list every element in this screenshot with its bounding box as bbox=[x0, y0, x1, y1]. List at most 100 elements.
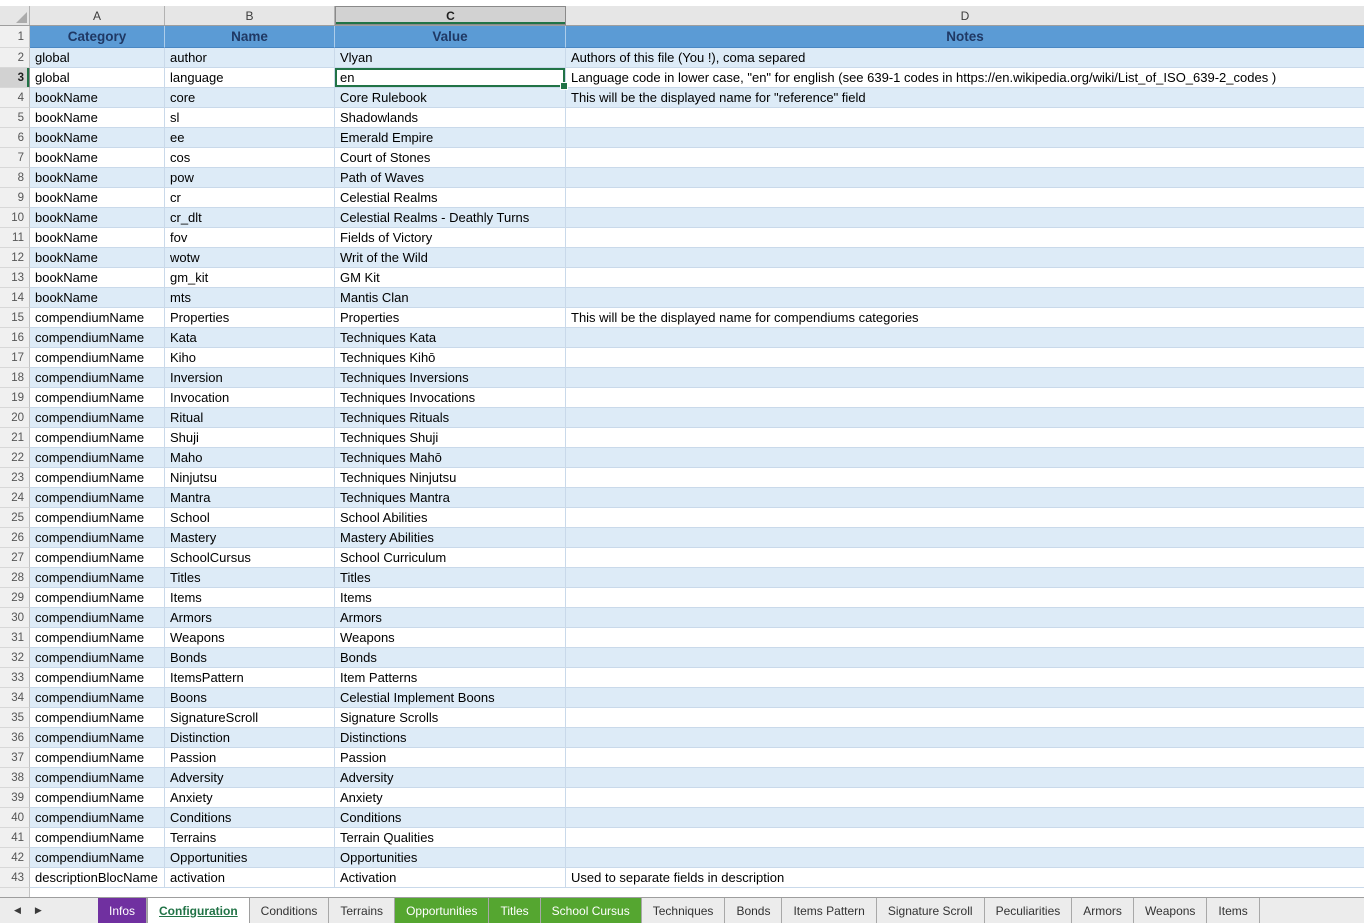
cell-D26[interactable] bbox=[566, 528, 1364, 548]
row-header-7[interactable]: 7 bbox=[0, 148, 30, 168]
sheet-tab-terrains[interactable]: Terrains bbox=[329, 898, 395, 923]
cell-B21[interactable]: Shuji bbox=[165, 428, 335, 448]
sheet-tab-infos[interactable]: Infos bbox=[98, 898, 147, 923]
cell-D7[interactable] bbox=[566, 148, 1364, 168]
row-header-42[interactable]: 42 bbox=[0, 848, 30, 868]
cell-B37[interactable]: Passion bbox=[165, 748, 335, 768]
cell-C38[interactable]: Adversity bbox=[335, 768, 566, 788]
cell-A23[interactable]: compendiumName bbox=[30, 468, 165, 488]
cell-B34[interactable]: Boons bbox=[165, 688, 335, 708]
cell-B13[interactable]: gm_kit bbox=[165, 268, 335, 288]
row-header-9[interactable]: 9 bbox=[0, 188, 30, 208]
cell-D41[interactable] bbox=[566, 828, 1364, 848]
cell-A24[interactable]: compendiumName bbox=[30, 488, 165, 508]
cell-B36[interactable]: Distinction bbox=[165, 728, 335, 748]
row-header-26[interactable]: 26 bbox=[0, 528, 30, 548]
cell-A40[interactable]: compendiumName bbox=[30, 808, 165, 828]
cell-A5[interactable]: bookName bbox=[30, 108, 165, 128]
cell-A30[interactable]: compendiumName bbox=[30, 608, 165, 628]
cell-B22[interactable]: Maho bbox=[165, 448, 335, 468]
sheet-tab-titles[interactable]: Titles bbox=[489, 898, 540, 923]
row-header-25[interactable]: 25 bbox=[0, 508, 30, 528]
tab-scroll-right-button[interactable]: ▶ bbox=[35, 905, 42, 916]
cell-D24[interactable] bbox=[566, 488, 1364, 508]
cell-C36[interactable]: Distinctions bbox=[335, 728, 566, 748]
cell-B19[interactable]: Invocation bbox=[165, 388, 335, 408]
cell-D18[interactable] bbox=[566, 368, 1364, 388]
cell-A8[interactable]: bookName bbox=[30, 168, 165, 188]
cell-A11[interactable]: bookName bbox=[30, 228, 165, 248]
cell-D31[interactable] bbox=[566, 628, 1364, 648]
tab-scroll-left-button[interactable]: ◀ bbox=[14, 905, 21, 916]
column-header-b[interactable]: B bbox=[165, 6, 335, 25]
cell-D35[interactable] bbox=[566, 708, 1364, 728]
cell-B18[interactable]: Inversion bbox=[165, 368, 335, 388]
row-header-16[interactable]: 16 bbox=[0, 328, 30, 348]
cell-D28[interactable] bbox=[566, 568, 1364, 588]
cell-A42[interactable]: compendiumName bbox=[30, 848, 165, 868]
cell-C40[interactable]: Conditions bbox=[335, 808, 566, 828]
row-header-22[interactable]: 22 bbox=[0, 448, 30, 468]
cell-A26[interactable]: compendiumName bbox=[30, 528, 165, 548]
row-header-8[interactable]: 8 bbox=[0, 168, 30, 188]
row-header-41[interactable]: 41 bbox=[0, 828, 30, 848]
cell-A28[interactable]: compendiumName bbox=[30, 568, 165, 588]
sheet-tab-peculiarities[interactable]: Peculiarities bbox=[985, 898, 1073, 923]
cell-A37[interactable]: compendiumName bbox=[30, 748, 165, 768]
cell-B31[interactable]: Weapons bbox=[165, 628, 335, 648]
cell-A31[interactable]: compendiumName bbox=[30, 628, 165, 648]
cell-D34[interactable] bbox=[566, 688, 1364, 708]
row-header-5[interactable]: 5 bbox=[0, 108, 30, 128]
cell-A35[interactable]: compendiumName bbox=[30, 708, 165, 728]
cell-D37[interactable] bbox=[566, 748, 1364, 768]
cell-B2[interactable]: author bbox=[165, 48, 335, 68]
cell-B3[interactable]: language bbox=[165, 68, 335, 88]
cell-C8[interactable]: Path of Waves bbox=[335, 168, 566, 188]
cell-D42[interactable] bbox=[566, 848, 1364, 868]
cell-D13[interactable] bbox=[566, 268, 1364, 288]
cell-C31[interactable]: Weapons bbox=[335, 628, 566, 648]
cell-C32[interactable]: Bonds bbox=[335, 648, 566, 668]
cell-B9[interactable]: cr bbox=[165, 188, 335, 208]
row-header-28[interactable]: 28 bbox=[0, 568, 30, 588]
cell-C22[interactable]: Techniques Mahō bbox=[335, 448, 566, 468]
cell-D6[interactable] bbox=[566, 128, 1364, 148]
row-header-39[interactable]: 39 bbox=[0, 788, 30, 808]
cell-A34[interactable]: compendiumName bbox=[30, 688, 165, 708]
cell-B27[interactable]: SchoolCursus bbox=[165, 548, 335, 568]
row-header-18[interactable]: 18 bbox=[0, 368, 30, 388]
row-header-37[interactable]: 37 bbox=[0, 748, 30, 768]
cell-C17[interactable]: Techniques Kihō bbox=[335, 348, 566, 368]
cell-A38[interactable]: compendiumName bbox=[30, 768, 165, 788]
cell-D2[interactable]: Authors of this file (You !), coma separ… bbox=[566, 48, 1364, 68]
row-header-23[interactable]: 23 bbox=[0, 468, 30, 488]
sheet-tab-armors[interactable]: Armors bbox=[1072, 898, 1134, 923]
cell-C4[interactable]: Core Rulebook bbox=[335, 88, 566, 108]
cell-B17[interactable]: Kiho bbox=[165, 348, 335, 368]
cell-A39[interactable]: compendiumName bbox=[30, 788, 165, 808]
cell-C43[interactable]: Activation bbox=[335, 868, 566, 888]
cell-B38[interactable]: Adversity bbox=[165, 768, 335, 788]
cell-D20[interactable] bbox=[566, 408, 1364, 428]
cell-B25[interactable]: School bbox=[165, 508, 335, 528]
cell-C13[interactable]: GM Kit bbox=[335, 268, 566, 288]
cell-C10[interactable]: Celestial Realms - Deathly Turns bbox=[335, 208, 566, 228]
cell-D14[interactable] bbox=[566, 288, 1364, 308]
sheet-tab-conditions[interactable]: Conditions bbox=[250, 898, 330, 923]
header-cell-value[interactable]: Value bbox=[335, 26, 566, 48]
cell-C11[interactable]: Fields of Victory bbox=[335, 228, 566, 248]
cell-B35[interactable]: SignatureScroll bbox=[165, 708, 335, 728]
cell-A13[interactable]: bookName bbox=[30, 268, 165, 288]
cell-D43[interactable]: Used to separate fields in description bbox=[566, 868, 1364, 888]
row-header-38[interactable]: 38 bbox=[0, 768, 30, 788]
cell-A7[interactable]: bookName bbox=[30, 148, 165, 168]
cell-C30[interactable]: Armors bbox=[335, 608, 566, 628]
row-header-43[interactable]: 43 bbox=[0, 868, 30, 888]
cell-B40[interactable]: Conditions bbox=[165, 808, 335, 828]
row-header-24[interactable]: 24 bbox=[0, 488, 30, 508]
cell-D16[interactable] bbox=[566, 328, 1364, 348]
cell-D19[interactable] bbox=[566, 388, 1364, 408]
cell-C15[interactable]: Properties bbox=[335, 308, 566, 328]
cell-B12[interactable]: wotw bbox=[165, 248, 335, 268]
cell-B16[interactable]: Kata bbox=[165, 328, 335, 348]
